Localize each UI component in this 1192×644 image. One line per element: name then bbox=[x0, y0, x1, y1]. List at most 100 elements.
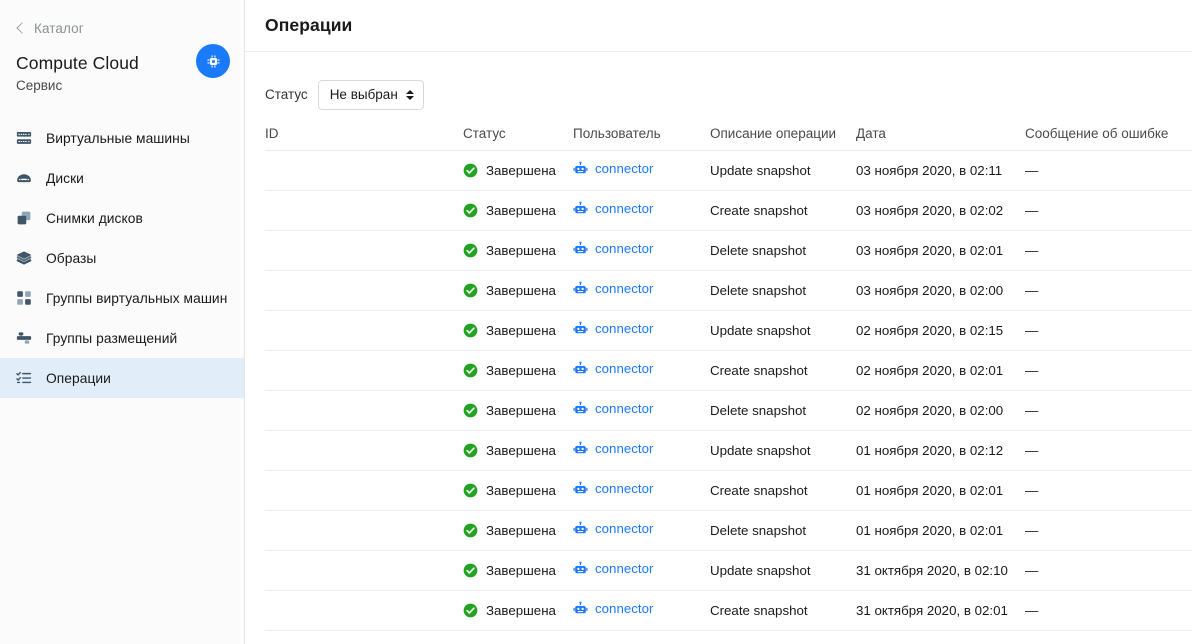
sidebar-item-placement-groups[interactable]: Группы размещений bbox=[0, 318, 244, 358]
check-circle-icon bbox=[463, 443, 478, 457]
sidebar-item-vm-groups[interactable]: Группы виртуальных машин bbox=[0, 278, 244, 318]
table-row[interactable]: Завершена connector Create snapshot 31 о… bbox=[265, 590, 1192, 631]
cell-id[interactable] bbox=[265, 510, 463, 551]
table-row[interactable]: Завершена connector Create snapshot 01 н… bbox=[265, 470, 1192, 511]
user-label: connector bbox=[595, 281, 654, 296]
date-label: 31 октября 2020, в 02:01 bbox=[856, 602, 1008, 618]
user-link[interactable]: connector bbox=[573, 481, 653, 496]
cell-user: connector bbox=[573, 230, 710, 271]
check-circle-icon bbox=[463, 403, 478, 417]
cell-user: connector bbox=[573, 430, 710, 471]
cell-description: Delete snapshot bbox=[710, 390, 856, 431]
status-badge: Завершена bbox=[463, 243, 565, 258]
table-row[interactable]: Завершена connector Create snapshot 02 н… bbox=[265, 350, 1192, 391]
column-header-date[interactable]: Дата bbox=[856, 118, 1025, 150]
robot-icon bbox=[573, 241, 588, 254]
user-link[interactable]: connector bbox=[573, 401, 653, 416]
cell-id[interactable] bbox=[265, 310, 463, 351]
sidebar-item-images[interactable]: Образы bbox=[0, 238, 244, 278]
cell-error: — bbox=[1025, 550, 1192, 591]
error-label: — bbox=[1025, 242, 1039, 258]
cell-id[interactable] bbox=[265, 390, 463, 431]
description-label: Update snapshot bbox=[710, 162, 811, 178]
service-avatar[interactable] bbox=[196, 44, 230, 78]
table-row[interactable]: Завершена connector Delete snapshot 01 н… bbox=[265, 510, 1192, 551]
user-link[interactable]: connector bbox=[573, 441, 653, 456]
user-link[interactable]: connector bbox=[573, 161, 653, 176]
column-header-error[interactable]: Сообщение об ошибке bbox=[1025, 118, 1192, 150]
cell-date: 31 октября 2020, в 02:01 bbox=[856, 590, 1025, 631]
check-circle-icon bbox=[463, 523, 478, 537]
robot-icon bbox=[573, 161, 588, 174]
table-header: ID Статус Пользователь Описание операции… bbox=[265, 118, 1192, 150]
cell-id[interactable] bbox=[265, 230, 463, 271]
robot-icon bbox=[573, 361, 588, 374]
cell-id[interactable] bbox=[265, 470, 463, 511]
sidebar-item-disk-snapshots[interactable]: Снимки дисков bbox=[0, 198, 244, 238]
table-row[interactable]: Завершена connector Update snapshot 31 о… bbox=[265, 550, 1192, 591]
sidebar-item-virtual-machines[interactable]: Виртуальные машины bbox=[0, 118, 244, 158]
cell-id[interactable] bbox=[265, 430, 463, 471]
user-label: connector bbox=[595, 321, 654, 336]
robot-icon bbox=[573, 521, 588, 534]
user-label: connector bbox=[595, 241, 654, 256]
error-label: — bbox=[1025, 402, 1039, 418]
cell-description: Delete snapshot bbox=[710, 270, 856, 311]
cell-id[interactable] bbox=[265, 190, 463, 231]
user-link[interactable]: connector bbox=[573, 321, 653, 336]
table-row[interactable]: Завершена connector Create snapshot 03 н… bbox=[265, 190, 1192, 231]
user-link[interactable]: connector bbox=[573, 201, 653, 216]
cell-id[interactable] bbox=[265, 150, 463, 191]
user-link[interactable]: connector bbox=[573, 601, 653, 616]
app-root: Каталог Compute Cloud Сервис Виртуальные… bbox=[0, 0, 1192, 644]
cell-status: Завершена bbox=[463, 510, 573, 551]
breadcrumb-catalog[interactable]: Каталог bbox=[0, 0, 244, 40]
status-label: Завершена bbox=[486, 162, 556, 178]
status-filter-select[interactable]: Не выбран bbox=[317, 79, 424, 110]
cell-error: — bbox=[1025, 430, 1192, 471]
cell-error: — bbox=[1025, 470, 1192, 511]
cell-error: — bbox=[1025, 350, 1192, 391]
user-link[interactable]: connector bbox=[573, 361, 653, 376]
cell-user: connector bbox=[573, 350, 710, 391]
sidebar-item-operations[interactable]: Операции bbox=[0, 358, 244, 398]
user-link[interactable]: connector bbox=[573, 521, 653, 536]
cell-id[interactable] bbox=[265, 350, 463, 391]
check-circle-icon bbox=[463, 323, 478, 337]
user-link[interactable]: connector bbox=[573, 561, 653, 576]
sidebar: Каталог Compute Cloud Сервис Виртуальные… bbox=[0, 0, 245, 644]
cell-description: Update snapshot bbox=[710, 150, 856, 191]
cell-description: Delete snapshot bbox=[710, 510, 856, 551]
table-row[interactable]: Завершена connector Delete snapshot 02 н… bbox=[265, 390, 1192, 431]
user-label: connector bbox=[595, 441, 654, 456]
sidebar-item-disks[interactable]: Диски bbox=[0, 158, 244, 198]
table-row[interactable]: Завершена connector Update snapshot 03 н… bbox=[265, 150, 1192, 191]
status-label: Завершена bbox=[486, 602, 556, 618]
cell-error: — bbox=[1025, 230, 1192, 271]
cell-id[interactable] bbox=[265, 270, 463, 311]
column-header-user[interactable]: Пользователь bbox=[573, 118, 710, 150]
column-header-id[interactable]: ID bbox=[265, 118, 463, 150]
sidebar-item-label: Снимки дисков bbox=[46, 210, 143, 226]
status-label: Завершена bbox=[486, 522, 556, 538]
cell-date: 02 ноября 2020, в 02:15 bbox=[856, 310, 1025, 351]
cell-id[interactable] bbox=[265, 590, 463, 631]
error-label: — bbox=[1025, 282, 1039, 298]
cell-status: Завершена bbox=[463, 590, 573, 631]
cell-date: 03 ноября 2020, в 02:01 bbox=[856, 230, 1025, 271]
table-row[interactable]: Завершена connector Update snapshot 02 н… bbox=[265, 310, 1192, 351]
table-row[interactable]: Завершена connector Delete snapshot 03 н… bbox=[265, 270, 1192, 311]
cell-error: — bbox=[1025, 190, 1192, 231]
table-row[interactable]: Завершена connector Update snapshot 01 н… bbox=[265, 430, 1192, 471]
service-subtitle: Сервис bbox=[16, 78, 63, 93]
user-link[interactable]: connector bbox=[573, 241, 653, 256]
user-link[interactable]: connector bbox=[573, 281, 653, 296]
chevron-left-icon bbox=[16, 22, 28, 34]
cell-id[interactable] bbox=[265, 550, 463, 591]
table-row[interactable]: Завершена connector Delete snapshot 03 н… bbox=[265, 230, 1192, 271]
column-header-description[interactable]: Описание операции bbox=[710, 118, 856, 150]
error-label: — bbox=[1025, 602, 1039, 618]
column-header-status[interactable]: Статус bbox=[463, 118, 573, 150]
date-label: 02 ноября 2020, в 02:01 bbox=[856, 362, 1004, 378]
status-label: Завершена bbox=[486, 482, 556, 498]
